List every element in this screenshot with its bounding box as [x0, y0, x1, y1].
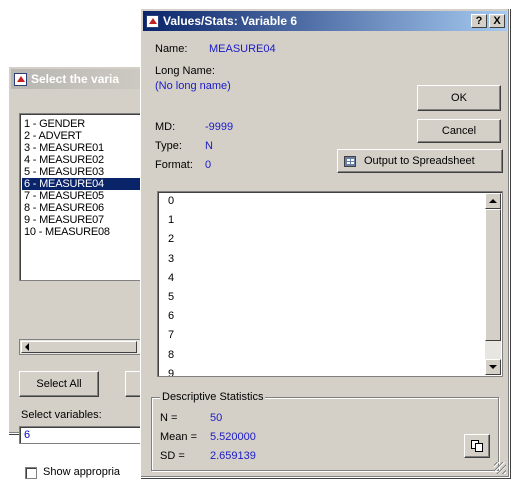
variable-list-item[interactable]: 3 - MEASURE01: [22, 142, 158, 154]
n-label: N =: [160, 412, 178, 424]
variable-list-item[interactable]: 10 - MEASURE08: [22, 226, 158, 238]
scroll-up-button[interactable]: [485, 193, 501, 209]
select-variables-dialog: Select the varia 1 - GENDER 2 - ADVERT 3 -…: [8, 66, 165, 479]
value-list-item[interactable]: 4: [158, 269, 502, 288]
values-listbox[interactable]: 0123456789: [157, 191, 503, 377]
select-variables-title: Select the varia: [31, 72, 120, 86]
select-all-button[interactable]: Select All: [19, 371, 99, 397]
sd-value: 2.659139: [210, 450, 256, 462]
copy-icon: [471, 440, 483, 452]
variable-list-item[interactable]: 2 - ADVERT: [22, 130, 158, 142]
spreadsheet-icon: [344, 155, 356, 167]
vertical-scrollbar[interactable]: [485, 193, 501, 375]
scroll-left-button[interactable]: [21, 341, 137, 353]
value-list-item[interactable]: 6: [158, 307, 502, 326]
mean-value: 5.520000: [210, 431, 256, 443]
copy-button[interactable]: [464, 434, 490, 458]
values-stats-titlebar: Values/Stats: Variable 6 ? X: [143, 11, 507, 31]
close-button[interactable]: X: [489, 14, 505, 28]
show-appropriate-checkbox[interactable]: [25, 467, 37, 479]
value-list-item[interactable]: 0: [158, 192, 502, 211]
variable-list-item[interactable]: 9 - MEASURE07: [22, 214, 158, 226]
format-value: 0: [205, 159, 212, 171]
select-variables-label: Select variables:: [21, 409, 102, 421]
name-value: MEASURE04: [209, 43, 276, 55]
arrow-up-icon: [489, 199, 497, 203]
sd-label: SD =: [160, 450, 185, 462]
app-icon: [14, 72, 27, 86]
long-name-label: Long Name:: [155, 65, 215, 77]
value-list-item[interactable]: 1: [158, 211, 502, 230]
n-value: 50: [210, 412, 223, 424]
value-list-item[interactable]: 9: [158, 365, 502, 376]
show-appropriate-label: Show appropria: [43, 466, 121, 478]
value-list-item[interactable]: 3: [158, 250, 502, 269]
md-value: -9999: [205, 121, 234, 133]
variable-list-item[interactable]: 7 - MEASURE05: [22, 190, 158, 202]
select-variables-input[interactable]: 6: [19, 426, 159, 444]
type-value: N: [205, 140, 213, 152]
value-list-item[interactable]: 5: [158, 288, 502, 307]
format-label: Format:: [155, 159, 193, 171]
arrow-left-icon: [25, 343, 29, 351]
variables-listbox[interactable]: 1 - GENDER 2 - ADVERT 3 - MEASURE01 4 - MEA…: [19, 113, 159, 281]
type-label: Type:: [155, 140, 182, 152]
descriptive-statistics-title: Descriptive Statistics: [160, 391, 266, 403]
mean-label: Mean =: [160, 431, 197, 443]
scroll-down-button[interactable]: [485, 359, 501, 375]
descriptive-statistics-group: Descriptive Statistics N = 50 Mean = 5.5…: [151, 391, 499, 471]
variable-list-item[interactable]: 4 - MEASURE02: [22, 154, 158, 166]
ok-button[interactable]: OK: [417, 85, 501, 111]
scroll-thumb[interactable]: [485, 209, 501, 341]
long-name-value: (No long name): [155, 80, 231, 92]
values-stats-dialog: Values/Stats: Variable 6 ? X Name: MEASU…: [140, 8, 510, 478]
arrow-down-icon: [489, 365, 497, 369]
cancel-button[interactable]: Cancel: [417, 119, 501, 143]
output-to-spreadsheet-button[interactable]: Output to Spreadsheet: [337, 149, 503, 173]
values-rows: 0123456789: [158, 192, 502, 376]
horizontal-scrollbar[interactable]: [19, 339, 159, 355]
value-list-item[interactable]: 8: [158, 346, 502, 365]
output-to-spreadsheet-label: Output to Spreadsheet: [364, 155, 475, 167]
value-list-item[interactable]: 2: [158, 230, 502, 249]
select-variables-titlebar: Select the varia: [11, 69, 157, 89]
value-list-item[interactable]: 7: [158, 326, 502, 345]
md-label: MD:: [155, 121, 176, 133]
dialog-title: Values/Stats: Variable 6: [163, 14, 298, 28]
help-button[interactable]: ?: [471, 14, 487, 28]
variable-list-item[interactable]: 5 - MEASURE03: [22, 166, 158, 178]
variable-list-item[interactable]: 1 - GENDER: [22, 118, 158, 130]
variable-list-item[interactable]: 8 - MEASURE06: [22, 202, 158, 214]
app-icon: [146, 14, 159, 28]
name-label: Name:: [155, 43, 188, 55]
resize-grip[interactable]: [494, 462, 506, 474]
variable-list-item[interactable]: 6 - MEASURE04: [22, 178, 158, 190]
